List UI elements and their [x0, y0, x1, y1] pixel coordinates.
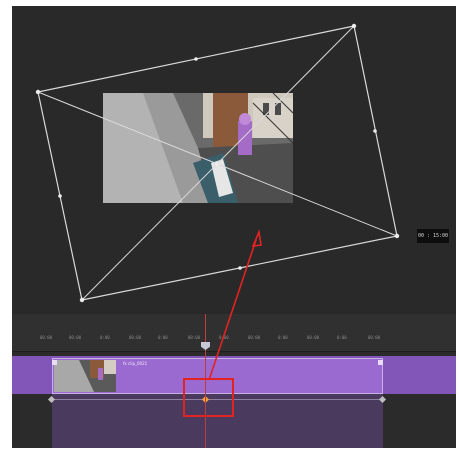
ruler-label: 00:00 — [368, 335, 381, 340]
ruler-label: 0:00 — [278, 335, 288, 340]
time-ruler[interactable]: 00:00 00:00 0:00 00:00 0:00 00:00 0:00 0… — [12, 314, 456, 352]
transform-bounding-box[interactable] — [12, 6, 456, 314]
ruler-label: 00:00 — [129, 335, 142, 340]
ruler-label: 00:00 — [188, 335, 201, 340]
annotation-highlight-box — [183, 378, 234, 417]
ruler-label: 0:00 — [158, 335, 168, 340]
ruler-label: 00:00 — [307, 335, 320, 340]
timecode-readout: 00 : 15:00 — [417, 229, 449, 243]
timeline-panel[interactable]: 00:00 00:00 0:00 00:00 0:00 00:00 0:00 0… — [12, 314, 456, 448]
ruler-label: 00:00 — [248, 335, 261, 340]
ruler-label: 0:00 — [219, 335, 229, 340]
transform-handles[interactable] — [35, 23, 400, 303]
ruler-label: 00:00 — [40, 335, 53, 340]
clip-in-handle[interactable] — [52, 360, 57, 365]
clip-title: fx clip_0021 — [123, 361, 148, 366]
ruler-label: 0:00 — [337, 335, 347, 340]
clip-thumbnail — [54, 360, 116, 392]
ruler-label: 00:00 — [69, 335, 82, 340]
program-monitor[interactable]: 00 : 15:00 — [12, 6, 456, 314]
ruler-label: 0:00 — [100, 335, 110, 340]
video-editor-window: 00 : 15:00 00:00 00:00 0:00 00:00 0:00 0… — [0, 0, 459, 453]
clip-out-handle[interactable] — [378, 360, 383, 365]
